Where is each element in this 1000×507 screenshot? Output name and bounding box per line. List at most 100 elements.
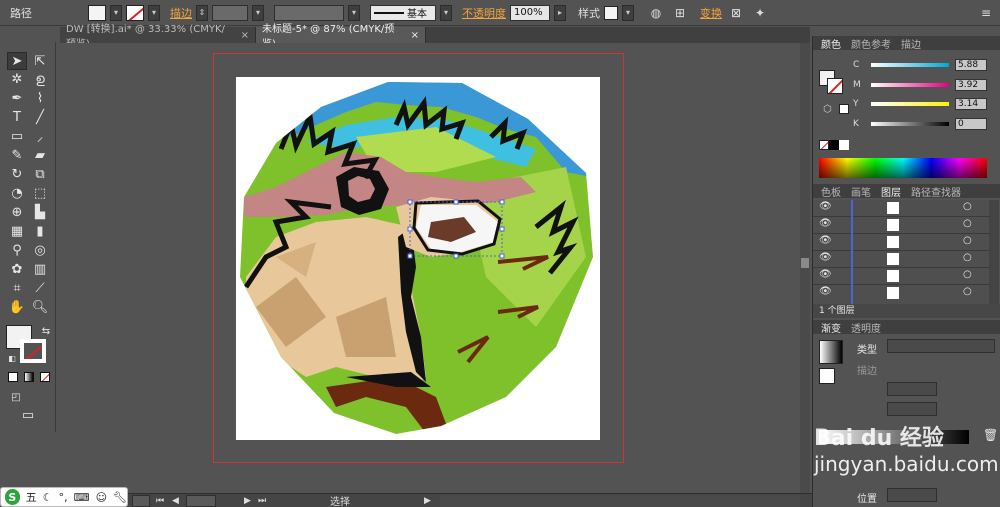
paintbrush-tool-icon[interactable]: ⸝ xyxy=(30,127,50,145)
layer-row[interactable]: 👁︎ ○ xyxy=(813,217,989,234)
stroke-swatch[interactable] xyxy=(126,4,144,21)
eye-icon[interactable]: 👁︎ xyxy=(819,201,832,212)
selection-handle[interactable] xyxy=(499,253,505,259)
eyedropper-tool-icon[interactable]: ⚲ xyxy=(7,241,27,259)
default-colors-icon[interactable]: ◧ xyxy=(2,349,22,367)
color-spectrum[interactable] xyxy=(819,158,987,178)
stroke-color-box[interactable] xyxy=(20,339,46,363)
pencil-tool-icon[interactable]: ✎ xyxy=(7,146,27,164)
channel-c-value[interactable]: 5.88 xyxy=(955,59,987,71)
lasso-tool-icon[interactable]: ഉ xyxy=(30,70,50,88)
layers-scrollbar[interactable] xyxy=(989,200,999,304)
artboard[interactable] xyxy=(236,77,600,440)
target-icon[interactable]: ○ xyxy=(963,201,972,212)
channel-y-value[interactable]: 3.14 xyxy=(955,98,987,110)
color-mode-button[interactable] xyxy=(8,372,18,382)
pen-tool-icon[interactable]: ✒ xyxy=(7,89,27,107)
draw-mode-icon[interactable]: ◰ xyxy=(6,388,26,406)
stroke-weight-field[interactable] xyxy=(212,4,248,21)
more-options-icon[interactable]: ✦ xyxy=(750,4,770,22)
symbol-sprayer-tool-icon[interactable]: ✿ xyxy=(7,260,27,278)
eye-icon[interactable]: 👁︎ xyxy=(819,286,832,297)
column-graph-tool-icon[interactable]: ▥ xyxy=(30,260,50,278)
wrench-icon[interactable]: 🔧︎ xyxy=(113,491,127,504)
fill-dropdown-icon[interactable]: ▾ xyxy=(110,4,122,21)
layer-row[interactable]: 👁︎ ○ xyxy=(813,200,989,217)
rotate-tool-icon[interactable]: ↻ xyxy=(7,165,27,183)
none-chip[interactable] xyxy=(819,140,829,150)
status-menu-icon[interactable]: ▶ xyxy=(424,496,431,506)
first-artboard-icon[interactable]: ⏮ xyxy=(156,496,164,506)
hand-tool-icon[interactable]: ✋ xyxy=(7,298,27,316)
perspective-grid-tool-icon[interactable]: ▙ xyxy=(30,203,50,221)
keyboard-icon[interactable]: ⌨ xyxy=(74,491,90,504)
position-field[interactable] xyxy=(887,488,937,502)
graphic-style-swatch[interactable] xyxy=(604,5,618,20)
channel-c-slider[interactable] xyxy=(871,63,949,67)
layer-row[interactable]: 👁︎ ○ xyxy=(813,234,989,251)
warp-tool-icon[interactable]: ◔ xyxy=(7,184,27,202)
llama-illustration[interactable] xyxy=(236,77,600,440)
layer-row[interactable]: 👁︎ ○ xyxy=(813,251,989,268)
gradient-tool-icon[interactable]: ▮ xyxy=(30,222,50,240)
prev-artboard-icon[interactable]: ◀ xyxy=(172,496,179,506)
ime-mode[interactable]: 五 xyxy=(26,489,37,505)
direct-selection-tool-icon[interactable]: ⇱ xyxy=(30,52,50,70)
channel-y-slider[interactable] xyxy=(871,102,949,106)
gradient-type-select[interactable] xyxy=(887,339,995,353)
selection-handle[interactable] xyxy=(499,199,505,205)
layer-row[interactable]: 👁︎ ○ xyxy=(813,268,989,285)
selection-handle[interactable] xyxy=(453,253,459,259)
last-artboard-icon[interactable]: ⏭ xyxy=(258,496,266,506)
selection-handle[interactable] xyxy=(407,199,413,205)
user-icon[interactable]: ☺ xyxy=(96,491,107,504)
rectangle-tool-icon[interactable]: ▭ xyxy=(7,127,27,145)
tab-layers[interactable]: 图层 xyxy=(881,184,901,199)
artboard-number-field[interactable] xyxy=(186,494,216,507)
tab-color[interactable]: 颜色 xyxy=(821,36,841,51)
stroke-dropdown-icon[interactable]: ▾ xyxy=(148,4,160,21)
black-chip[interactable] xyxy=(829,140,839,150)
target-icon[interactable]: ○ xyxy=(963,286,972,297)
fill-swatch[interactable] xyxy=(88,4,106,21)
selection-tool-icon[interactable]: ➤ xyxy=(7,52,27,70)
blend-tool-icon[interactable]: ◎ xyxy=(30,241,50,259)
stroke-weight-dropdown-icon[interactable]: ▾ xyxy=(252,4,264,21)
opacity-field[interactable]: 100% xyxy=(510,4,550,21)
screen-mode-icon[interactable]: ▭ xyxy=(18,406,38,424)
next-artboard-icon[interactable]: ▶ xyxy=(244,496,251,506)
stroke-link[interactable]: 描边 xyxy=(170,5,192,21)
channel-m-value[interactable]: 3.92 xyxy=(955,79,987,91)
punctuation-icon[interactable]: °, xyxy=(59,491,68,504)
shape-builder-tool-icon[interactable]: ⊕ xyxy=(7,203,27,221)
vertical-scrollbar[interactable] xyxy=(800,43,810,495)
mesh-tool-icon[interactable]: ▦ xyxy=(7,222,27,240)
align-icon[interactable]: ⊞ xyxy=(670,4,690,22)
none-mode-button[interactable] xyxy=(40,372,50,382)
canvas-area[interactable] xyxy=(60,43,810,495)
variable-width-field[interactable] xyxy=(274,4,344,21)
close-icon[interactable]: × xyxy=(241,30,249,41)
target-icon[interactable]: ○ xyxy=(963,218,972,229)
channel-m-slider[interactable] xyxy=(871,83,949,87)
tab-gradient[interactable]: 渐变 xyxy=(821,320,841,335)
tab-document-1[interactable]: DW [转换].ai* @ 33.33% (CMYK/预览) × xyxy=(60,24,256,50)
magic-wand-tool-icon[interactable]: ✲ xyxy=(7,70,27,88)
tab-swatches[interactable]: 色板 xyxy=(821,184,841,199)
variable-width-dropdown-icon[interactable]: ▾ xyxy=(348,4,360,21)
target-icon[interactable]: ○ xyxy=(963,235,972,246)
eye-icon[interactable]: 👁︎ xyxy=(819,235,832,246)
white-chip[interactable] xyxy=(839,140,849,150)
scrollbar-thumb[interactable] xyxy=(801,258,809,268)
close-icon[interactable]: × xyxy=(411,30,419,41)
selection-handle[interactable] xyxy=(453,199,459,205)
slice-tool-icon[interactable]: ⟋ xyxy=(30,279,50,297)
brush-dropdown-icon[interactable]: ▾ xyxy=(440,4,452,21)
recolor-icon[interactable]: ◍ xyxy=(646,4,666,22)
gradient-fill-swatch[interactable] xyxy=(819,368,835,384)
selection-handle[interactable] xyxy=(407,253,413,259)
stroke-weight-stepper[interactable]: ⇕ xyxy=(196,4,208,21)
curvature-tool-icon[interactable]: ⌇ xyxy=(30,89,50,107)
tab-brushes[interactable]: 画笔 xyxy=(851,184,871,199)
eye-icon[interactable]: 👁︎ xyxy=(819,269,832,280)
